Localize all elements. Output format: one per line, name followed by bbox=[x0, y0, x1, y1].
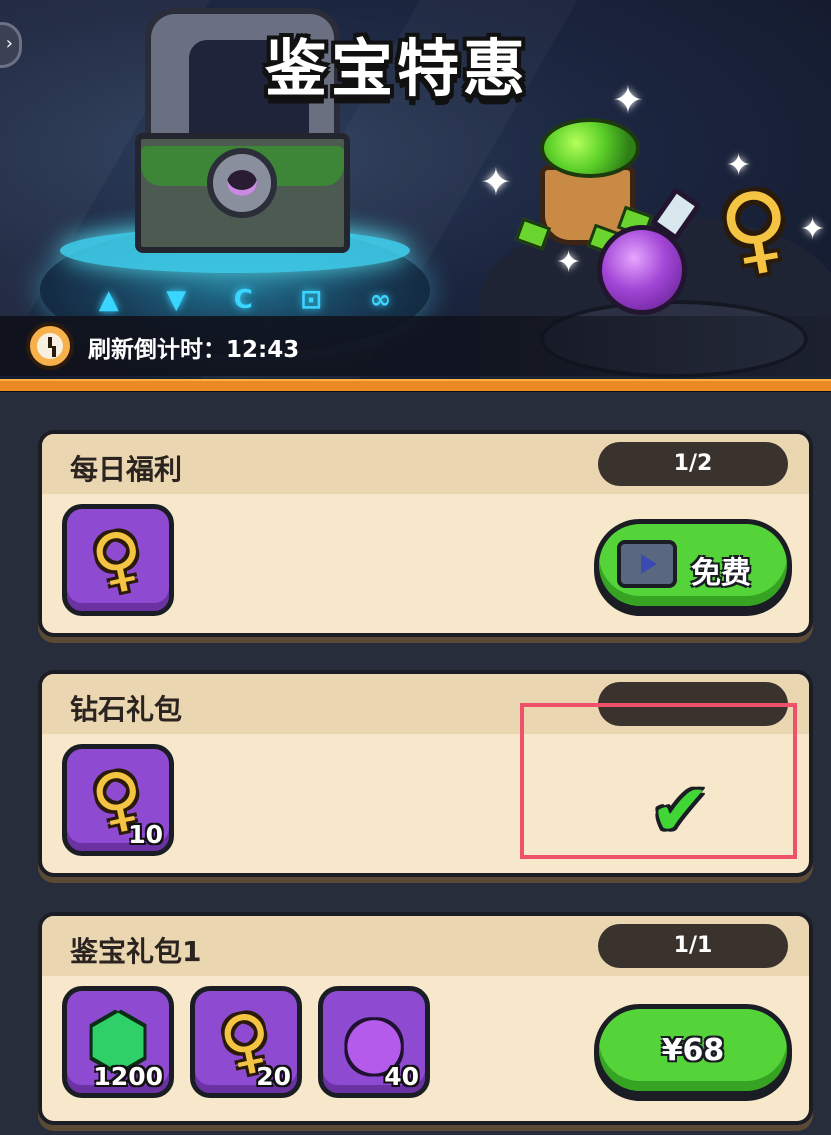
rune-glyph: C bbox=[233, 285, 253, 315]
clock-icon bbox=[26, 322, 74, 370]
offer-card-daily: 每日福利 1/2 ♀ 免费 bbox=[38, 430, 813, 637]
item-quantity: 1200 bbox=[93, 1062, 163, 1091]
refresh-countdown: 刷新倒计时：12:43 bbox=[88, 337, 300, 363]
banner: › ▲ ▼ C ⊡ ∞ 鉴宝特惠 ♀ ✦ ✦ ✦ ✦ ✦ 刷新倒计时：12:43 bbox=[0, 0, 831, 380]
rune-glyph: ▼ bbox=[166, 285, 187, 315]
item-quantity: 10 bbox=[128, 820, 163, 849]
purchase-limit-badge: 1/2 bbox=[598, 442, 788, 486]
rune-glyph: ▲ bbox=[98, 285, 119, 315]
card-title: 每日福利 bbox=[70, 453, 183, 486]
card-title: 鉴宝礼包1 bbox=[70, 935, 202, 968]
card-title: 钻石礼包 bbox=[70, 693, 183, 726]
free-label: 免费 bbox=[691, 556, 751, 591]
sparkle-icon: ✦ bbox=[480, 160, 512, 204]
gem-pile-icon bbox=[540, 118, 640, 178]
sparkle-icon: ✦ bbox=[556, 245, 582, 280]
reward-item-gem[interactable]: ⬢ 1200 bbox=[62, 986, 174, 1098]
reward-item-key[interactable]: ♀ 10 bbox=[62, 744, 174, 856]
rune-glyph: ⊡ bbox=[300, 285, 323, 315]
sparkle-icon: ✦ bbox=[726, 148, 752, 183]
highlight-box bbox=[520, 703, 797, 859]
purchase-limit-badge: 1/1 bbox=[598, 924, 788, 968]
rune-row: ▲ ▼ C ⊡ ∞ bbox=[75, 285, 415, 315]
sparkle-icon: ✦ bbox=[612, 78, 644, 122]
free-claim-button[interactable]: 免费 bbox=[594, 519, 792, 611]
page-title: 鉴宝特惠 bbox=[265, 32, 530, 105]
reward-item-potion[interactable]: ● 40 bbox=[318, 986, 430, 1098]
reward-item-key[interactable]: ♀ 20 bbox=[190, 986, 302, 1098]
back-button[interactable]: › bbox=[0, 22, 22, 68]
rune-glyph: ∞ bbox=[369, 285, 392, 315]
sparkle-icon: ✦ bbox=[800, 212, 826, 247]
key-icon: ♀ bbox=[84, 513, 152, 605]
potion-flask-icon bbox=[597, 225, 687, 315]
chevron-right-icon: › bbox=[5, 33, 13, 54]
price-label: ¥68 bbox=[661, 1033, 725, 1068]
offer-card-appraisal-pack: 鉴宝礼包1 1/1 ⬢ 1200 ♀ 20 ● 40 ¥68 bbox=[38, 912, 813, 1125]
item-quantity: 20 bbox=[256, 1062, 291, 1091]
buy-button[interactable]: ¥68 bbox=[594, 1004, 792, 1096]
tv-ad-icon bbox=[617, 540, 677, 588]
item-quantity: 40 bbox=[384, 1062, 419, 1091]
reward-item-key[interactable]: ♀ bbox=[62, 504, 174, 616]
chest-eye-icon bbox=[207, 148, 277, 218]
